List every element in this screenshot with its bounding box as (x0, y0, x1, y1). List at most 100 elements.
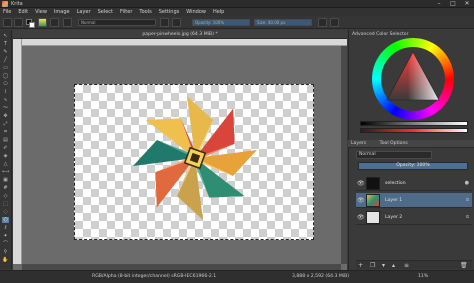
shade-selector-strip[interactable] (360, 121, 468, 126)
mirror-horizontal-button[interactable] (318, 18, 327, 27)
color-selector-title: Advanced Color Selector (352, 32, 409, 37)
color-picker-tool-icon[interactable]: ✐ (2, 145, 9, 151)
color-space-label: RGB/Alpha (8-bit integer/channel) sRGB-I… (92, 274, 217, 279)
close-button[interactable]: ✕ (460, 0, 474, 8)
gradient-tool-icon[interactable]: ▤ (2, 137, 9, 143)
open-document-button[interactable] (14, 18, 23, 27)
ellipse-tool-icon[interactable]: ◯ (2, 73, 9, 79)
text-tool-icon[interactable]: T (2, 41, 9, 47)
move-layer-up-icon[interactable]: ▴ (392, 262, 395, 269)
brush-preset-button[interactable] (63, 18, 72, 27)
zoom-level[interactable]: 11% (418, 274, 428, 279)
freehand-path-tool-icon[interactable]: 〜 (2, 105, 9, 111)
menu-edit[interactable]: Edit (18, 9, 28, 15)
pinwheel-artwork (133, 96, 257, 220)
title-bar: Krita – □ ✕ (0, 0, 474, 8)
pan-tool-icon[interactable]: ✋ (2, 257, 9, 263)
brush-size-slider[interactable]: Size: 40.00 px (254, 19, 312, 26)
menu-filter[interactable]: Filter (120, 9, 132, 15)
rectangle-tool-icon[interactable]: ▭ (2, 65, 9, 71)
background-color-swatch[interactable] (29, 22, 35, 28)
status-bar: RGB/Alpha (8-bit integer/channel) sRGB-I… (0, 270, 474, 283)
opacity-slider[interactable]: Opacity: 100% (192, 19, 250, 26)
layer-opacity-slider[interactable]: Opacity: 100% (358, 162, 468, 170)
saturation-value-triangle[interactable] (381, 48, 445, 108)
brush-tool-icon[interactable]: ✎ (2, 49, 9, 55)
menu-image[interactable]: Image (54, 9, 70, 15)
pattern-selector[interactable] (38, 18, 47, 27)
preserve-alpha-toggle[interactable] (172, 18, 181, 27)
freehand-select-tool-icon[interactable]: ℓ (2, 225, 9, 231)
visibility-eye-icon[interactable]: 👁 (357, 180, 365, 187)
menu-window[interactable]: Window (186, 9, 206, 15)
line-tool-icon[interactable]: ╱ (2, 57, 9, 63)
vertical-ruler[interactable] (13, 39, 22, 264)
tab-layers[interactable]: Layers (351, 141, 366, 146)
layer-row-layer-2[interactable]: 👁 Layer 2 α (356, 210, 472, 225)
bezier-select-tool-icon[interactable]: ⌒ (2, 241, 9, 247)
maximize-button[interactable]: □ (446, 0, 460, 8)
horizontal-ruler[interactable] (22, 39, 347, 46)
select-shapes-tool-icon[interactable]: ↖ (2, 33, 9, 39)
bezier-tool-icon[interactable]: ∿ (2, 97, 9, 103)
image-canvas[interactable] (74, 84, 314, 240)
menu-select[interactable]: Select (98, 9, 113, 15)
ellipse-select-tool-icon[interactable]: ◌ (2, 209, 9, 215)
krita-window: Krita – □ ✕ File Edit View Image Layer S… (0, 0, 474, 283)
polygon-tool-icon[interactable]: ⬠ (2, 81, 9, 87)
vertical-scrollbar[interactable] (341, 46, 347, 264)
visibility-eye-icon[interactable]: 👁 (357, 197, 365, 204)
rect-select-tool-icon[interactable]: ⬚ (2, 201, 9, 207)
reference-tool-icon[interactable]: ▣ (2, 177, 9, 183)
image-size-label: 3,888 x 2,592 (64.3 MiB) (292, 274, 350, 279)
layer-name: Layer 1 (385, 198, 403, 203)
layer-row-layer-1[interactable]: 👁 Layer 1 α (356, 193, 472, 208)
layers-footer-toolbar: + ❐ ▾ ▴ ≡ 🗑 (356, 260, 472, 269)
gradient-selector[interactable] (50, 18, 59, 27)
blend-mode-field[interactable]: Normal (78, 19, 156, 26)
layer-properties-icon[interactable]: ≡ (404, 262, 409, 269)
menu-view[interactable]: View (35, 9, 47, 15)
layer-thumbnail (366, 194, 380, 207)
minimize-button[interactable]: – (432, 0, 446, 8)
delete-layer-icon[interactable]: 🗑 (460, 262, 468, 269)
menu-help[interactable]: Help (213, 9, 224, 15)
alpha-lock-icon[interactable]: α (466, 214, 469, 220)
polygon-select-tool-icon[interactable]: ⬡ (2, 217, 9, 223)
add-layer-icon[interactable]: + (358, 262, 363, 269)
document-tab[interactable]: paper-pinwheels.jpg (64.3 MiB) * (13, 30, 347, 39)
window-title: Krita (11, 1, 23, 7)
menu-tools[interactable]: Tools (139, 9, 151, 15)
visibility-eye-icon[interactable]: 👁 (357, 214, 365, 221)
move-tool-icon[interactable]: ✥ (2, 113, 9, 119)
layer-flags-icon[interactable]: ● (465, 180, 469, 186)
layer-blend-mode-select[interactable]: Normal (356, 151, 432, 159)
crop-tool-icon[interactable]: ⌗ (2, 129, 9, 135)
transform-tool-icon[interactable]: ⤢ (2, 121, 9, 127)
menu-layer[interactable]: Layer (77, 9, 91, 15)
measure-tool-icon[interactable]: ⟷ (2, 169, 9, 175)
menu-bar: File Edit View Image Layer Select Filter… (0, 8, 474, 16)
polyline-tool-icon[interactable]: ⌇ (2, 89, 9, 95)
menu-settings[interactable]: Settings (159, 9, 180, 15)
layer-row-selection[interactable]: 👁 selection ● (356, 176, 472, 191)
krita-logo-icon (2, 1, 8, 7)
top-toolbar: Normal Opacity: 100% Size: 40.00 px (0, 16, 474, 29)
contiguous-select-tool-icon[interactable]: ✦ (2, 233, 9, 239)
new-document-button[interactable] (3, 18, 12, 27)
alpha-lock-icon[interactable]: α (466, 197, 469, 203)
assistant-tool-icon[interactable]: △ (2, 161, 9, 167)
zoom-tool-icon[interactable]: ⚲ (2, 249, 9, 255)
menu-file[interactable]: File (3, 9, 11, 15)
mirror-vertical-button[interactable] (330, 18, 339, 27)
fill-tool-icon[interactable]: ◈ (2, 153, 9, 159)
eraser-toggle[interactable] (160, 18, 169, 27)
move-layer-down-icon[interactable]: ▾ (382, 262, 385, 269)
perspective-tool-icon[interactable]: ◇ (2, 193, 9, 199)
document-tab-bar: paper-pinwheels.jpg (64.3 MiB) * (13, 30, 347, 39)
tab-tool-options[interactable]: Tool Options (380, 141, 408, 146)
duplicate-layer-icon[interactable]: ❐ (370, 262, 375, 269)
docker-tab-bar: Layers Tool Options (348, 140, 474, 148)
grid-tool-icon[interactable]: # (2, 185, 9, 191)
shade-selector-strip-2[interactable] (360, 128, 468, 133)
